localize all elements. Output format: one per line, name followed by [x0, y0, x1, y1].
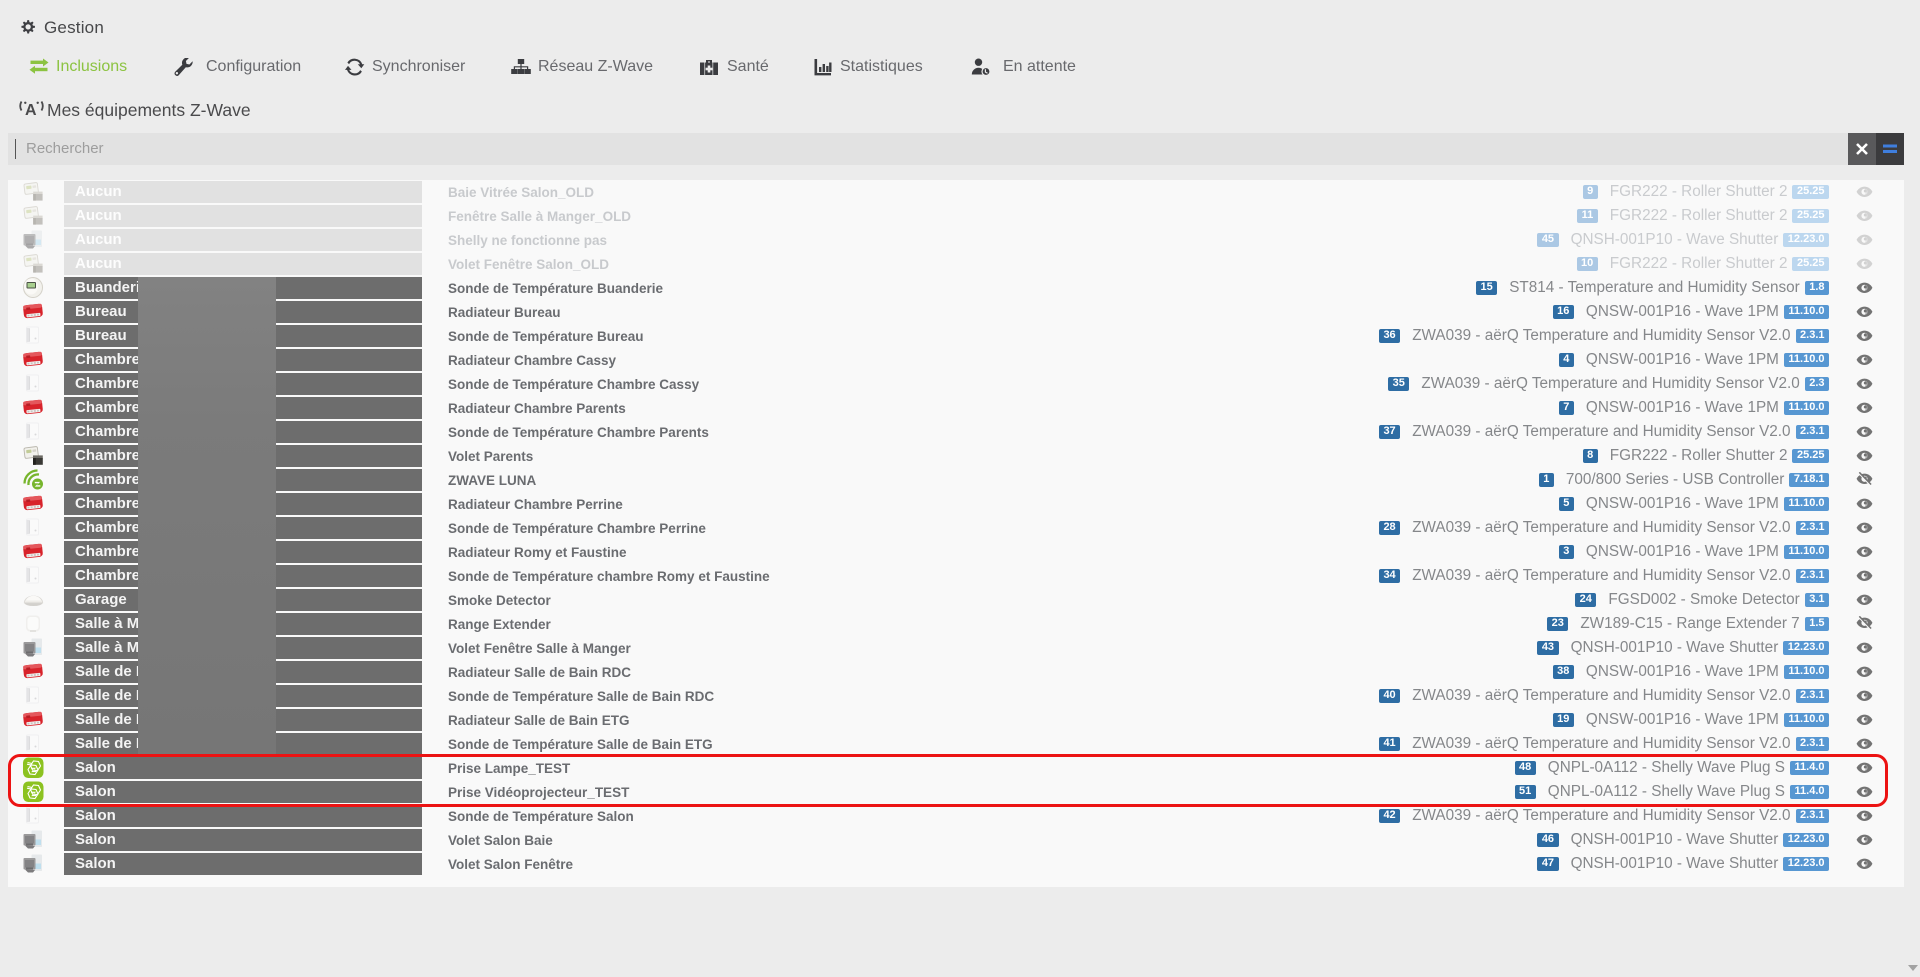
- svg-text:A: A: [25, 102, 37, 118]
